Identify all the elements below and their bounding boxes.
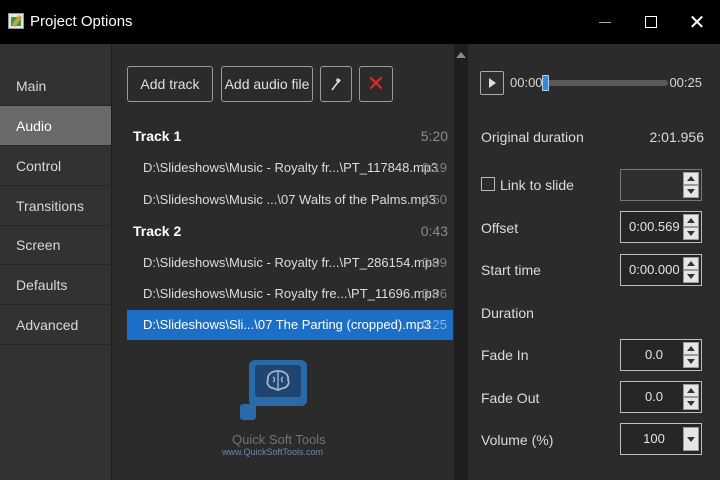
file-duration: 0:25	[421, 317, 447, 332]
minimize-icon	[599, 21, 611, 23]
sidebar-item-defaults[interactable]: Defaults	[0, 265, 111, 305]
current-time: 00:00	[510, 75, 543, 90]
stepper-down-icon[interactable]	[683, 227, 699, 240]
seek-slider[interactable]	[542, 75, 668, 91]
list-item[interactable]: D:\Slideshows\Music ...\07 Walts of the …	[127, 185, 453, 215]
stepper-up-icon[interactable]	[683, 172, 699, 185]
sidebar-item-control[interactable]: Control	[0, 146, 111, 186]
sidebar-item-label: Audio	[16, 118, 52, 134]
link-to-slide-label: Link to slide	[500, 177, 574, 193]
sidebar-item-label: Main	[16, 78, 47, 94]
close-button[interactable]: ✕	[682, 8, 712, 36]
original-duration-value: 2:01.956	[649, 129, 705, 145]
sidebar-item-screen[interactable]: Screen	[0, 225, 111, 265]
fade-out-stepper[interactable]: 0.0	[620, 381, 702, 413]
start-time-stepper[interactable]: 0:00.000	[620, 254, 702, 286]
fade-out-value: 0.0	[644, 389, 664, 404]
file-path: D:\Slideshows\Sli...\07 The Parting (cro…	[143, 317, 432, 332]
maximize-icon	[645, 16, 657, 28]
link-to-slide-stepper[interactable]	[620, 169, 702, 201]
fade-in-stepper[interactable]: 0.0	[620, 339, 702, 371]
maximize-button[interactable]	[636, 8, 666, 36]
watermark-url: www.QuickSoftTools.com	[222, 447, 324, 457]
add-track-button[interactable]: Add track	[127, 66, 213, 102]
tool-button[interactable]	[320, 66, 352, 102]
scrollbar[interactable]	[454, 44, 468, 480]
delete-button[interactable]: ✕	[359, 66, 393, 102]
title-bar: Project Options ✕	[0, 0, 720, 44]
play-button[interactable]	[480, 71, 504, 95]
stepper-up-icon[interactable]	[683, 342, 699, 355]
file-duration: 4:50	[421, 192, 447, 207]
fade-in-value: 0.0	[644, 347, 664, 362]
app-icon	[8, 13, 24, 29]
sidebar-item-label: Transitions	[16, 198, 84, 214]
window-title: Project Options	[30, 13, 133, 30]
sidebar-item-label: Screen	[16, 237, 61, 253]
sidebar-item-advanced[interactable]: Advanced	[0, 305, 111, 345]
stepper-down-icon[interactable]	[683, 270, 699, 283]
sidebar-item-label: Control	[16, 158, 62, 174]
track-duration: 5:20	[420, 128, 448, 144]
volume-label: Volume (%)	[481, 432, 554, 448]
track-header[interactable]: Track 1 5:20	[133, 128, 448, 144]
minimize-button[interactable]	[590, 8, 620, 36]
file-path: D:\Slideshows\Music - Royalty fre...\PT_…	[143, 286, 439, 301]
sidebar-item-label: Defaults	[16, 277, 68, 293]
stepper-up-icon[interactable]	[683, 384, 699, 397]
fade-in-label: Fade In	[481, 347, 529, 363]
fade-out-label: Fade Out	[481, 390, 540, 406]
start-time-label: Start time	[481, 262, 541, 278]
track-name: Track 2	[133, 223, 182, 239]
wrench-icon	[331, 78, 341, 91]
offset-stepper[interactable]: 0:00.569	[620, 211, 702, 243]
stepper-up-icon[interactable]	[683, 214, 699, 227]
watermark-play-icon	[240, 404, 256, 420]
watermark-logo	[249, 360, 307, 406]
track-name: Track 1	[133, 128, 182, 144]
end-time: 00:25	[669, 75, 702, 90]
link-to-slide-checkbox[interactable]	[481, 177, 495, 191]
file-path: D:\Slideshows\Music ...\07 Walts of the …	[143, 192, 436, 207]
sidebar-item-audio[interactable]: Audio	[0, 106, 111, 146]
watermark-name: Quick Soft Tools	[232, 432, 326, 447]
list-item[interactable]: D:\Slideshows\Music - Royalty fr...\PT_1…	[127, 153, 453, 183]
track-header[interactable]: Track 2 0:43	[133, 223, 448, 239]
start-time-value: 0:00.000	[629, 262, 680, 277]
file-duration: 0:06	[421, 286, 447, 301]
volume-select[interactable]: 100	[620, 423, 702, 455]
properties-panel: 00:00 00:25 Original duration 2:01.956 L…	[468, 44, 720, 480]
offset-value: 0:00.569	[629, 219, 680, 234]
watermark: Quick Soft Tools www.QuickSoftTools.com	[218, 360, 348, 460]
stepper-down-icon[interactable]	[683, 355, 699, 368]
list-item[interactable]: D:\Slideshows\Music - Royalty fre...\PT_…	[127, 279, 453, 309]
track-duration: 0:43	[420, 223, 448, 239]
duration-label: Duration	[481, 305, 534, 321]
file-duration: 0:19	[421, 160, 447, 175]
scroll-up-icon[interactable]	[456, 52, 466, 58]
brain-icon	[266, 370, 290, 391]
original-duration-label: Original duration	[481, 129, 584, 145]
close-icon: ✕	[688, 11, 706, 34]
sidebar-item-transitions[interactable]: Transitions	[0, 186, 111, 226]
sidebar: Main Audio Control Transitions Screen De…	[0, 44, 111, 480]
delete-icon: ✕	[366, 71, 386, 96]
file-path: D:\Slideshows\Music - Royalty fr...\PT_2…	[143, 255, 440, 270]
stepper-up-icon[interactable]	[683, 257, 699, 270]
list-item[interactable]: D:\Slideshows\Sli...\07 The Parting (cro…	[127, 310, 453, 340]
offset-label: Offset	[481, 220, 519, 236]
sidebar-item-main[interactable]: Main	[0, 66, 111, 106]
volume-value: 100	[643, 431, 665, 446]
file-duration: 0:09	[421, 255, 447, 270]
add-audio-file-button[interactable]: Add audio file	[221, 66, 313, 102]
seek-thumb[interactable]	[542, 75, 549, 91]
chevron-down-icon[interactable]	[683, 427, 699, 451]
list-item[interactable]: D:\Slideshows\Music - Royalty fr...\PT_2…	[127, 248, 453, 278]
file-path: D:\Slideshows\Music - Royalty fr...\PT_1…	[143, 160, 439, 175]
stepper-down-icon[interactable]	[683, 185, 699, 198]
stepper-down-icon[interactable]	[683, 397, 699, 410]
sidebar-item-label: Advanced	[16, 317, 79, 333]
